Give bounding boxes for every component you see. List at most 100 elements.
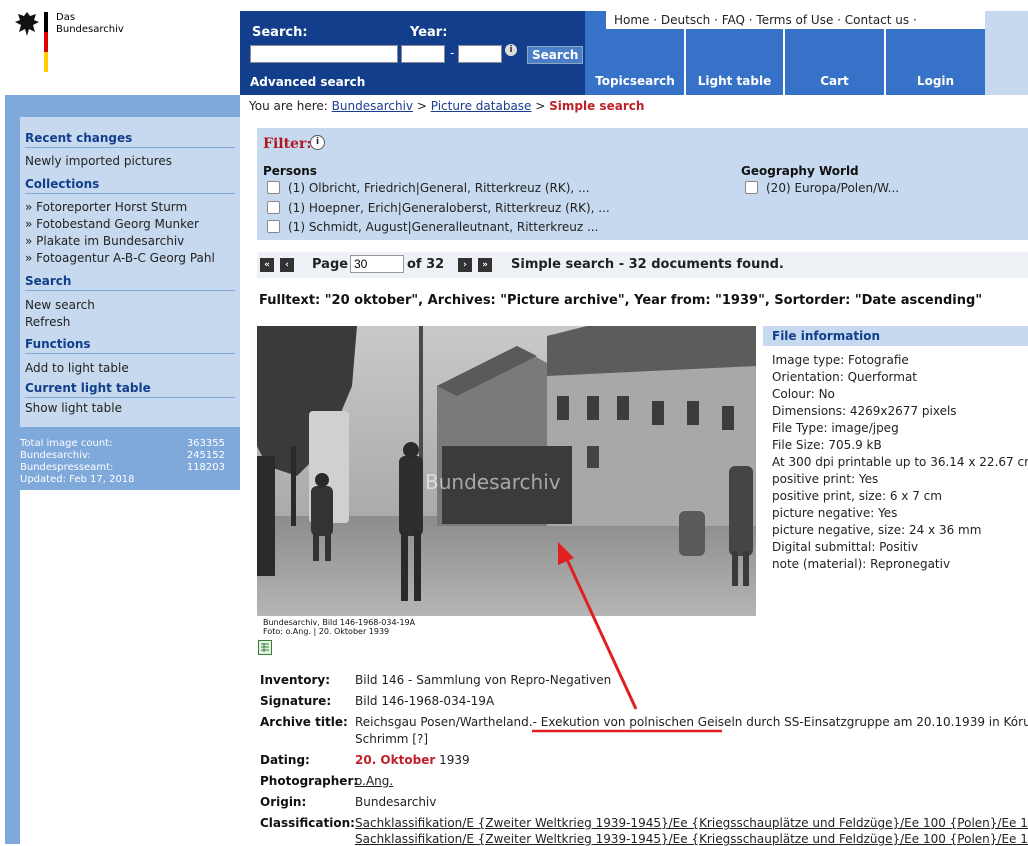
- spreadsheet-icon[interactable]: [258, 640, 272, 655]
- result-count: Simple search - 32 documents found.: [511, 257, 784, 272]
- archive-title-value: Reichsgau Posen/Wartheland.- Exekution v…: [355, 715, 1028, 729]
- file-info-heading: File information: [763, 326, 1028, 346]
- filter-person-item[interactable]: (1) Hoepner, Erich|Generaloberst, Ritter…: [267, 201, 610, 215]
- file-info-row: note (material): Repronegativ: [772, 557, 951, 571]
- checkbox[interactable]: [745, 181, 758, 194]
- info-icon[interactable]: i: [505, 44, 517, 56]
- filter-person-item[interactable]: (1) Olbricht, Friedrich|General, Ritterk…: [267, 181, 590, 195]
- file-info-row: picture negative: Yes: [772, 506, 898, 520]
- year-dash: -: [450, 46, 455, 60]
- updated-date: Updated: Feb 17, 2018: [20, 474, 135, 485]
- highlighted-phrase: Exekution von polnischen Geiseln: [540, 715, 743, 729]
- origin-value: Bundesarchiv: [355, 795, 437, 809]
- file-info-row: File Type: image/jpeg: [772, 421, 899, 435]
- filter-geo-item[interactable]: (20) Europa/Polen/W...: [745, 181, 899, 195]
- collection-link[interactable]: » Fotoagentur A-B-C Georg Pahl: [25, 251, 215, 265]
- breadcrumb: You are here: Bundesarchiv > Picture dat…: [249, 99, 644, 113]
- current-light-table-heading: Current light table: [25, 381, 235, 398]
- file-info-row: Image type: Fotografie: [772, 353, 909, 367]
- pager: « ‹ Page of 32 › » Simple search - 32 do…: [257, 252, 1028, 278]
- page-input[interactable]: [350, 255, 404, 273]
- file-info-row: picture negative, size: 24 x 36 mm: [772, 523, 982, 537]
- archive-title-label: Archive title:: [260, 715, 348, 729]
- photographer-label: Photographer:: [260, 774, 359, 788]
- checkbox[interactable]: [267, 220, 280, 233]
- checkbox[interactable]: [267, 181, 280, 194]
- breadcrumb-current: Simple search: [549, 99, 645, 113]
- filter-person-item[interactable]: (1) Schmidt, August|Generalleutnant, Rit…: [267, 220, 598, 234]
- first-page-button[interactable]: «: [260, 258, 274, 272]
- page-count: of 32: [407, 257, 445, 272]
- image-stats: Total image count: 363355 Bundesarchiv: 24…: [20, 438, 225, 486]
- search-input[interactable]: [250, 45, 398, 63]
- eagle-icon: [15, 12, 39, 36]
- stat-row: Bundespresseamt: 118203: [20, 462, 225, 473]
- photographer-link[interactable]: o.Ang.: [355, 774, 393, 788]
- year-label: Year:: [410, 25, 448, 40]
- file-info-row: Digital submittal: Positiv: [772, 540, 919, 554]
- add-light-table-link[interactable]: Add to light table: [25, 361, 129, 375]
- top-links[interactable]: Home · Deutsch · FAQ · Terms of Use · Co…: [606, 11, 982, 45]
- query-summary: Fulltext: "20 oktober", Archives: "Pictu…: [259, 293, 983, 308]
- breadcrumb-prefix: You are here:: [249, 99, 328, 113]
- info-icon[interactable]: i: [310, 135, 325, 150]
- tab-login[interactable]: Login: [886, 29, 985, 95]
- tab-topicsearch[interactable]: Topicsearch: [586, 29, 684, 95]
- bundesarchiv-logo[interactable]: Das Bundesarchiv: [14, 10, 134, 74]
- checkbox[interactable]: [267, 201, 280, 214]
- filter-panel: Filter: i Persons (1) Olbricht, Friedric…: [257, 128, 1028, 240]
- refresh-link[interactable]: Refresh: [25, 315, 70, 329]
- nav-end: [985, 11, 1028, 95]
- classification-label: Classification:: [260, 816, 355, 830]
- dating-value: 20. Oktober 1939: [355, 753, 470, 767]
- search-panel: Search: Year: - i Search Advanced search: [240, 11, 585, 95]
- stat-row: Bundesarchiv: 245152: [20, 450, 225, 461]
- logo-text: Das Bundesarchiv: [56, 12, 124, 35]
- geography-heading: Geography World: [741, 164, 859, 178]
- file-info-row: Colour: No: [772, 387, 835, 401]
- inventory-value: Bild 146 - Sammlung von Repro-Negativen: [355, 673, 612, 687]
- last-page-button[interactable]: »: [478, 258, 492, 272]
- classification-link[interactable]: Sachklassifikation/E {Zweiter Weltkrieg …: [355, 816, 1028, 830]
- newly-imported-link[interactable]: Newly imported pictures: [25, 154, 172, 168]
- functions-heading: Functions: [25, 337, 235, 354]
- search-heading: Search: [25, 274, 235, 291]
- breadcrumb-bundesarchiv[interactable]: Bundesarchiv: [332, 99, 413, 113]
- file-info-row: Orientation: Querformat: [772, 370, 918, 384]
- collections-heading: Collections: [25, 177, 235, 194]
- collection-link[interactable]: » Fotoreporter Horst Sturm: [25, 200, 187, 214]
- tab-light-table[interactable]: Light table: [686, 29, 783, 95]
- search-button[interactable]: Search: [527, 46, 584, 64]
- persons-heading: Persons: [263, 164, 317, 178]
- breadcrumb-sep: >: [535, 99, 546, 113]
- sidebar-blank: [20, 490, 240, 844]
- file-info-row: Dimensions: 4269x2677 pixels: [772, 404, 957, 418]
- photo[interactable]: Bundesarchiv: [257, 326, 756, 616]
- file-info-row: positive print: Yes: [772, 472, 879, 486]
- breadcrumb-sep: >: [416, 99, 427, 113]
- file-info-row: File Size: 705.9 kB: [772, 438, 882, 452]
- file-info-row: At 300 dpi printable up to 36.14 x 22.67…: [772, 455, 1028, 469]
- tab-cart[interactable]: Cart: [785, 29, 884, 95]
- breadcrumb-picture-database[interactable]: Picture database: [431, 99, 532, 113]
- prev-page-button[interactable]: ‹: [280, 258, 294, 272]
- file-info-row: positive print, size: 6 x 7 cm: [772, 489, 942, 503]
- collection-link[interactable]: » Plakate im Bundesarchiv: [25, 234, 184, 248]
- new-search-link[interactable]: New search: [25, 298, 95, 312]
- photo-caption: Bundesarchiv, Bild 146-1968-034-19A Foto…: [263, 618, 416, 636]
- filter-title: Filter:: [263, 136, 312, 152]
- photo-watermark: Bundesarchiv: [425, 470, 561, 494]
- advanced-search-link[interactable]: Advanced search: [250, 75, 365, 89]
- dating-label: Dating:: [260, 753, 310, 767]
- year-to-input[interactable]: [458, 45, 502, 63]
- file-info-list: Image type: Fotografie Orientation: Quer…: [772, 352, 1028, 573]
- page-label: Page: [312, 257, 349, 272]
- signature-value: Bild 146-1968-034-19A: [355, 694, 495, 708]
- archive-title-value-2: Schrimm [?]: [355, 732, 429, 746]
- show-light-table-link[interactable]: Show light table: [25, 401, 122, 415]
- origin-label: Origin:: [260, 795, 307, 809]
- collection-link[interactable]: » Fotobestand Georg Munker: [25, 217, 199, 231]
- search-label: Search:: [252, 25, 308, 40]
- year-from-input[interactable]: [401, 45, 445, 63]
- next-page-button[interactable]: ›: [458, 258, 472, 272]
